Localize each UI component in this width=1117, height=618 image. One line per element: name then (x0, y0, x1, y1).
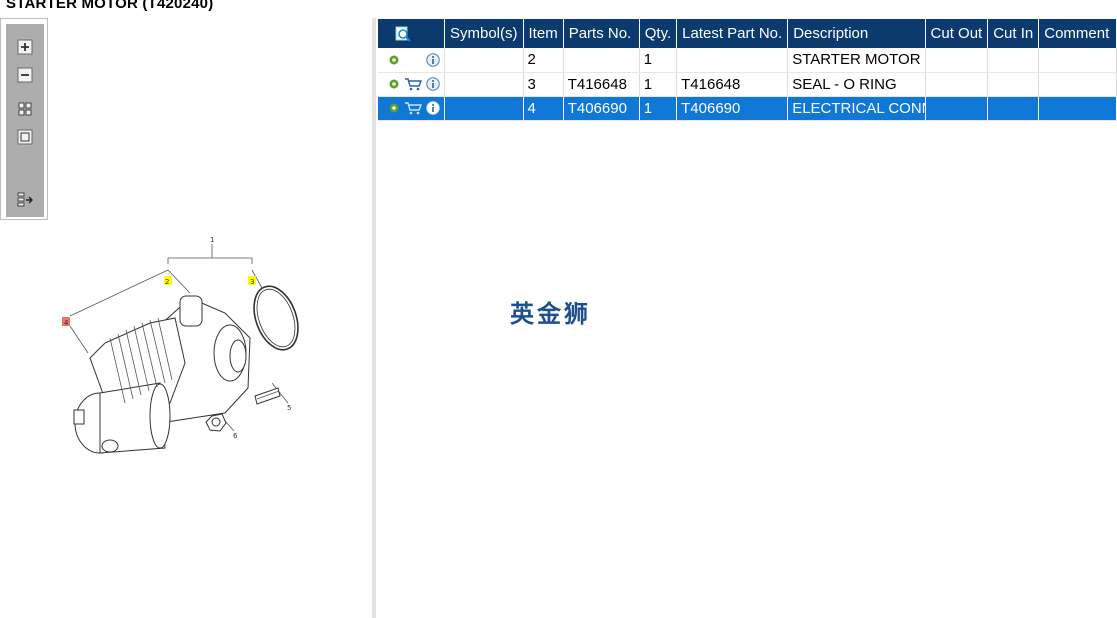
cart-icon[interactable] (404, 101, 422, 115)
fit-grid-icon[interactable] (17, 101, 33, 117)
row-comment (1038, 72, 1117, 97)
viewer-toolbar (0, 18, 48, 220)
callout-1: 1 (210, 236, 214, 244)
row-comment (1038, 48, 1117, 73)
row-description: ELECTRICAL CONN (787, 96, 926, 121)
row-item: 4 (523, 96, 564, 121)
list-export-icon[interactable] (17, 192, 33, 208)
row-cut-out (925, 72, 989, 97)
column-preview[interactable] (378, 19, 445, 48)
diagram-panel: 1 2 3 4 5 6 (0, 18, 372, 618)
row-latest-part-no: T416648 (676, 72, 789, 97)
preview-icon[interactable] (395, 26, 411, 42)
row-cut-out (925, 48, 989, 73)
row-item: 3 (523, 72, 564, 97)
column-parts-no[interactable]: Parts No. (563, 19, 640, 48)
column-latest-part-no[interactable]: Latest Part No. (676, 19, 789, 48)
row-latest-part-no: T406690 (676, 96, 789, 121)
row-cut-in (987, 96, 1040, 121)
parts-list-panel: Symbol(s) Item Parts No. Qty. Latest Par… (376, 18, 1117, 618)
row-qty: 1 (639, 72, 678, 97)
callout-3[interactable]: 3 (250, 278, 254, 286)
column-symbols[interactable]: Symbol(s) (444, 19, 524, 48)
parts-table: Symbol(s) Item Parts No. Qty. Latest Par… (378, 19, 1117, 121)
table-row-selected[interactable]: 4 T406690 1 T406690 ELECTRICAL CONN (378, 96, 1117, 121)
callout-6: 6 (233, 432, 238, 440)
row-description: SEAL - O RING (787, 72, 926, 97)
row-description: STARTER MOTOR (787, 48, 926, 73)
row-cut-out (925, 96, 989, 121)
column-description[interactable]: Description (787, 19, 926, 48)
info-icon[interactable] (426, 53, 440, 67)
cart-icon[interactable] (404, 77, 422, 91)
row-symbols (444, 72, 524, 97)
row-qty: 1 (639, 96, 678, 121)
row-qty: 1 (639, 48, 678, 73)
row-cut-in (987, 72, 1040, 97)
info-icon[interactable] (426, 77, 440, 91)
row-parts-no: T416648 (563, 72, 640, 97)
zoom-out-icon[interactable] (17, 67, 33, 83)
table-row[interactable]: 2 1 STARTER MOTOR (378, 48, 1117, 73)
column-cut-out[interactable]: Cut Out (925, 19, 989, 48)
callout-4[interactable]: 4 (64, 319, 69, 327)
row-comment (1038, 96, 1117, 121)
zoom-in-icon[interactable] (17, 39, 33, 55)
gear-icon[interactable] (388, 78, 400, 90)
column-cut-in[interactable]: Cut In (987, 19, 1040, 48)
row-latest-part-no (676, 48, 789, 73)
callout-5: 5 (287, 404, 291, 412)
page-title: STARTER MOTOR (T420240) (6, 0, 214, 12)
gear-icon[interactable] (388, 102, 400, 114)
row-parts-no: T406690 (563, 96, 640, 121)
actual-size-icon[interactable] (17, 129, 33, 145)
table-row[interactable]: 3 T416648 1 T416648 SEAL - O RING (378, 72, 1117, 97)
row-parts-no (563, 48, 640, 73)
column-item[interactable]: Item (523, 19, 564, 48)
column-qty[interactable]: Qty. (639, 19, 678, 48)
gear-icon[interactable] (388, 54, 400, 66)
starter-motor-diagram[interactable]: 1 2 3 4 5 6 (0, 18, 372, 618)
callout-2[interactable]: 2 (165, 278, 169, 286)
info-icon[interactable] (426, 101, 440, 115)
column-comment[interactable]: Comment (1038, 19, 1117, 48)
watermark-text: 英金狮 (510, 300, 591, 328)
row-symbols (444, 96, 524, 121)
row-cut-in (987, 48, 1040, 73)
row-item: 2 (523, 48, 564, 73)
row-symbols (444, 48, 524, 73)
